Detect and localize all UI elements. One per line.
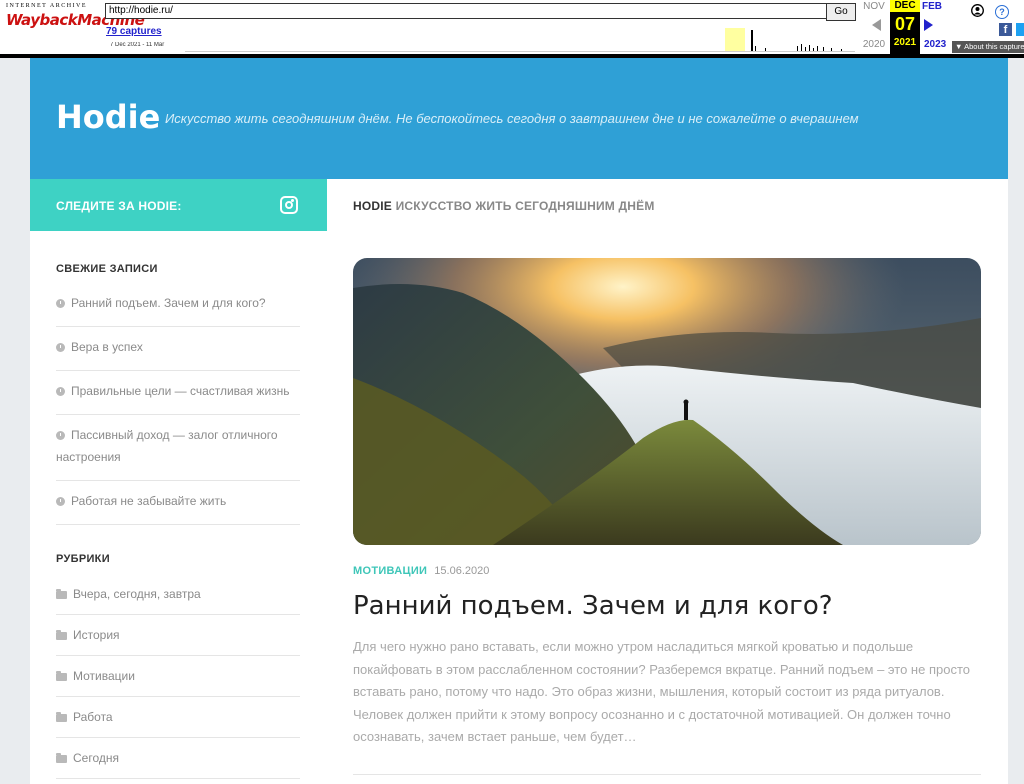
site-tagline: Искусство жить сегодняшним днём. Не бесп… [165, 111, 859, 126]
logo-top-text: INTERNET ARCHIVE [6, 3, 88, 9]
site-title[interactable]: Hodie [56, 98, 160, 136]
folder-icon [56, 712, 67, 722]
prev-arrow-icon[interactable] [872, 19, 881, 31]
current-month: DEC [890, 0, 920, 12]
current-year: 2021 [890, 36, 920, 50]
category-item[interactable]: Работа [56, 697, 300, 738]
category-item[interactable]: Сегодня [56, 738, 300, 779]
folder-icon [56, 671, 67, 681]
about-capture-button[interactable]: ▼ About this capture [952, 41, 1024, 53]
content-header-bar: HODIE ИСКУССТВО ЖИТЬ СЕГОДНЯШНИМ ДНЁМ [327, 179, 1008, 232]
folder-icon [56, 589, 67, 599]
post-featured-image[interactable] [353, 258, 981, 545]
categories-title: РУБРИКИ [56, 553, 110, 565]
wayback-toolbar: INTERNET ARCHIVE WaybackMachine http://h… [0, 0, 1024, 58]
category-item[interactable]: Мотивации [56, 656, 300, 697]
instagram-icon[interactable] [280, 196, 298, 214]
post-excerpt: Для чего нужно рано вставать, если можно… [353, 639, 970, 744]
category-link[interactable]: Сегодня [73, 751, 119, 765]
follow-bar: СЛЕДИТЕ ЗА HODIE: [30, 179, 327, 231]
recent-posts-title: СВЕЖИЕ ЗАПИСИ [56, 263, 158, 275]
current-day: 07 [894, 14, 916, 34]
next-capture[interactable]: FEB 2023 [922, 1, 950, 50]
folder-icon [56, 630, 67, 640]
prev-capture[interactable]: NOV 2020 [860, 1, 888, 50]
recent-post-item[interactable]: Пассивный доход — залог отличного настро… [56, 415, 300, 481]
recent-post-link[interactable]: Правильные цели — счастливая жизнь [71, 384, 290, 398]
logo-main-text: WaybackMachine [6, 11, 145, 29]
category-item[interactable]: История [56, 615, 300, 656]
recent-post-item[interactable]: Вера в успех [56, 327, 300, 371]
next-month: FEB [922, 1, 942, 12]
clock-icon [56, 343, 65, 352]
recent-post-item[interactable]: Ранний подъем. Зачем и для кого? [56, 283, 300, 327]
recent-post-item[interactable]: Правильные цели — счастливая жизнь [56, 371, 300, 415]
recent-post-link[interactable]: Ранний подъем. Зачем и для кого? [71, 296, 266, 310]
follow-label: СЛЕДИТЕ ЗА HODIE: [56, 199, 182, 213]
wayback-logo[interactable]: INTERNET ARCHIVE WaybackMachine [6, 3, 145, 43]
clock-icon [56, 497, 65, 506]
content-header-brand: HODIE [353, 199, 393, 213]
help-icon[interactable]: ? [995, 5, 1009, 19]
facebook-icon[interactable]: f [999, 23, 1012, 36]
post-category-link[interactable]: МОТИВАЦИИ [353, 565, 427, 577]
current-capture: DEC 07 2021 [890, 0, 920, 54]
folder-icon [56, 753, 67, 763]
category-link[interactable]: Вчера, сегодня, завтра [73, 587, 201, 601]
post-divider [353, 774, 981, 775]
next-year: 2023 [924, 39, 947, 50]
main-content: МОТИВАЦИИ 15.06.2020 Ранний подъем. Заче… [327, 231, 1008, 784]
captures-link[interactable]: 79 captures [106, 26, 162, 37]
site-header: Hodie Искусство жить сегодняшним днём. Н… [30, 58, 1008, 179]
category-link[interactable]: История [73, 628, 120, 642]
recent-post-link[interactable]: Вера в успех [71, 340, 143, 354]
content-header-text: HODIE ИСКУССТВО ЖИТЬ СЕГОДНЯШНИМ ДНЁМ [353, 199, 655, 213]
recent-posts-list: Ранний подъем. Зачем и для кого? Вера в … [56, 283, 300, 525]
user-icon[interactable] [971, 4, 984, 17]
go-button[interactable]: Go [826, 3, 856, 21]
recent-post-item[interactable]: Работая не забывайте жить [56, 481, 300, 525]
clock-icon [56, 431, 65, 440]
recent-post-link[interactable]: Пассивный доход — залог отличного настро… [56, 428, 278, 464]
next-arrow-icon[interactable] [924, 19, 933, 31]
clock-icon [56, 387, 65, 396]
post-meta: МОТИВАЦИИ 15.06.2020 [353, 565, 489, 577]
twitter-icon[interactable] [1016, 23, 1024, 36]
recent-post-link[interactable]: Работая не забывайте жить [71, 494, 226, 508]
prev-month: NOV [863, 1, 885, 12]
capture-sparkline[interactable] [185, 20, 855, 52]
clock-icon [56, 299, 65, 308]
capture-range: 7 Dec 2021 - 11 Mar [110, 42, 165, 48]
content-header-tagline: ИСКУССТВО ЖИТЬ СЕГОДНЯШНИМ ДНЁМ [395, 199, 655, 213]
category-item[interactable]: Вчера, сегодня, завтра [56, 574, 300, 615]
categories-list: Вчера, сегодня, завтра История Мотивации… [56, 574, 300, 779]
category-link[interactable]: Мотивации [73, 669, 135, 683]
url-input[interactable]: http://hodie.ru/ [105, 3, 827, 19]
category-link[interactable]: Работа [73, 710, 113, 724]
prev-year: 2020 [862, 39, 886, 50]
sidebar: СВЕЖИЕ ЗАПИСИ Ранний подъем. Зачем и для… [30, 231, 327, 784]
post-date: 15.06.2020 [434, 565, 490, 577]
post-title[interactable]: Ранний подъем. Зачем и для кого? [353, 591, 833, 621]
